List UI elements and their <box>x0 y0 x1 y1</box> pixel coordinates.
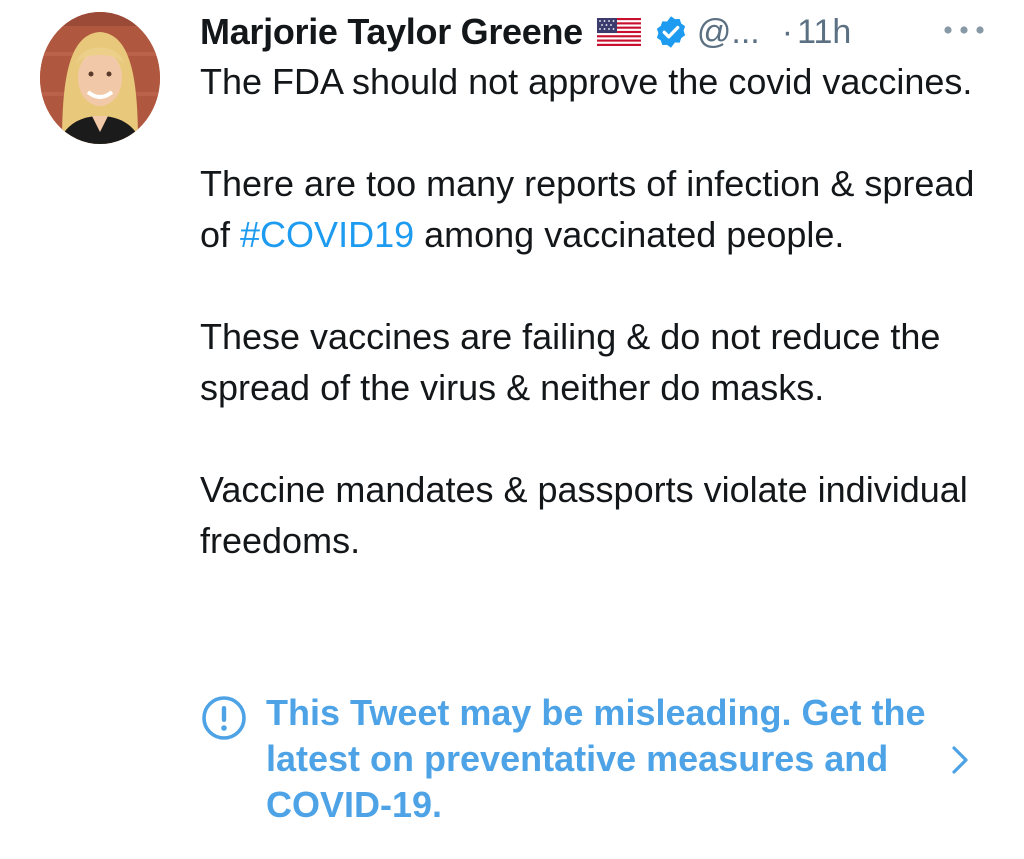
chevron-right-icon[interactable] <box>946 740 974 780</box>
tweet-paragraph: Vaccine mandates & passports violate ind… <box>200 469 968 561</box>
hashtag-link[interactable]: #COVID19 <box>240 214 414 255</box>
us-flag-icon <box>596 18 641 46</box>
exclamation-circle-icon <box>200 694 248 742</box>
tweet-header: Marjorie Taylor Greene @... · 11h <box>200 8 1000 56</box>
paragraph-text: among vaccinated people. <box>414 214 845 255</box>
tweet-text: The FDA should not approve the covid vac… <box>200 56 1000 566</box>
misleading-notice[interactable]: This Tweet may be misleading. Get the la… <box>200 690 1000 830</box>
tweet-paragraph: The FDA should not approve the covid vac… <box>200 61 973 102</box>
more-options-icon[interactable] <box>942 20 986 40</box>
notice-label[interactable]: This Tweet may be misleading. Get the la… <box>266 690 946 828</box>
author-handle[interactable]: @... <box>697 13 760 52</box>
verified-badge-icon <box>653 14 689 50</box>
avatar[interactable] <box>40 12 160 144</box>
separator-dot: · <box>781 12 794 51</box>
author-name[interactable]: Marjorie Taylor Greene <box>200 11 583 53</box>
tweet-paragraph: These vaccines are failing & do not redu… <box>200 316 941 408</box>
tweet-paragraph: There are too many reports of infection … <box>200 158 1000 260</box>
tweet-timestamp[interactable]: 11h <box>797 13 851 52</box>
